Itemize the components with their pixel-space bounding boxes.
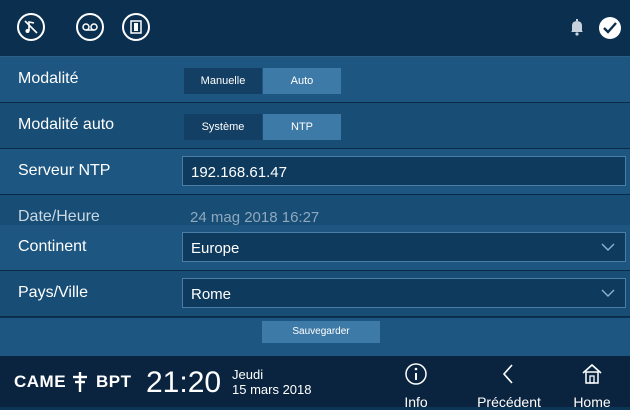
top-bar — [0, 0, 630, 57]
door-icon[interactable] — [122, 13, 150, 41]
clock-time: 21:20 — [146, 366, 222, 399]
chevron-left-icon — [502, 364, 513, 384]
modalite-auto-ntp-button[interactable]: NTP — [263, 114, 341, 140]
chevron-down-icon — [601, 243, 615, 251]
screen: Modalité Manuelle Auto Modalité auto Sys… — [0, 0, 630, 410]
info-button[interactable]: Info — [392, 362, 440, 410]
continent-select[interactable]: Europe — [182, 232, 626, 262]
back-label: Précédent — [477, 394, 541, 410]
voicemail-icon[interactable] — [76, 13, 104, 41]
home-button[interactable]: Home — [565, 362, 619, 410]
music-mute-icon[interactable] — [17, 13, 45, 41]
date-heure-value: 24 mag 2018 16:27 — [190, 209, 320, 226]
modalite-auto-systeme-button[interactable]: Système — [184, 114, 262, 140]
continent-value: Europe — [191, 240, 240, 257]
bell-icon — [570, 18, 584, 41]
modalite-manuelle-button[interactable]: Manuelle — [184, 68, 262, 94]
pays-ville-select[interactable]: Rome — [182, 278, 626, 308]
modalite-auto-button[interactable]: Auto — [263, 68, 341, 94]
row-pays-ville: Pays/Ville Rome — [0, 271, 630, 317]
back-button[interactable]: Précédent — [466, 362, 552, 410]
home-label: Home — [573, 394, 611, 410]
modalite-label: Modalité — [18, 70, 79, 87]
brand-came: CAME — [14, 372, 67, 391]
serveur-ntp-label: Serveur NTP — [18, 162, 111, 179]
bottom-bar: CAME BPT 21:20 Jeudi 15 mars 2018 Info P… — [0, 356, 630, 410]
clock-date: 15 mars 2018 — [232, 382, 312, 397]
pays-ville-label: Pays/Ville — [18, 284, 88, 301]
row-continent: Continent Europe — [0, 225, 630, 271]
brand-mark-icon — [73, 372, 87, 392]
serveur-ntp-input[interactable]: 192.168.61.47 — [182, 156, 626, 186]
row-modalite: Modalité Manuelle Auto — [0, 57, 630, 103]
check-icon — [599, 17, 621, 39]
date-heure-label: Date/Heure — [18, 208, 100, 225]
clock-day: Jeudi — [232, 367, 264, 382]
row-serveur-ntp: Serveur NTP 192.168.61.47 — [0, 149, 630, 195]
brand-bpt: BPT — [96, 372, 132, 391]
save-button[interactable]: Sauvegarder — [262, 321, 380, 343]
modalite-auto-label: Modalité auto — [18, 116, 115, 133]
continent-label: Continent — [18, 238, 87, 255]
serveur-ntp-value: 192.168.61.47 — [191, 164, 287, 181]
home-icon — [582, 363, 602, 384]
chevron-down-icon — [601, 289, 615, 297]
row-modalite-auto: Modalité auto Système NTP — [0, 103, 630, 149]
info-label: Info — [404, 394, 428, 410]
info-icon — [405, 363, 427, 385]
pays-ville-value: Rome — [191, 286, 232, 303]
